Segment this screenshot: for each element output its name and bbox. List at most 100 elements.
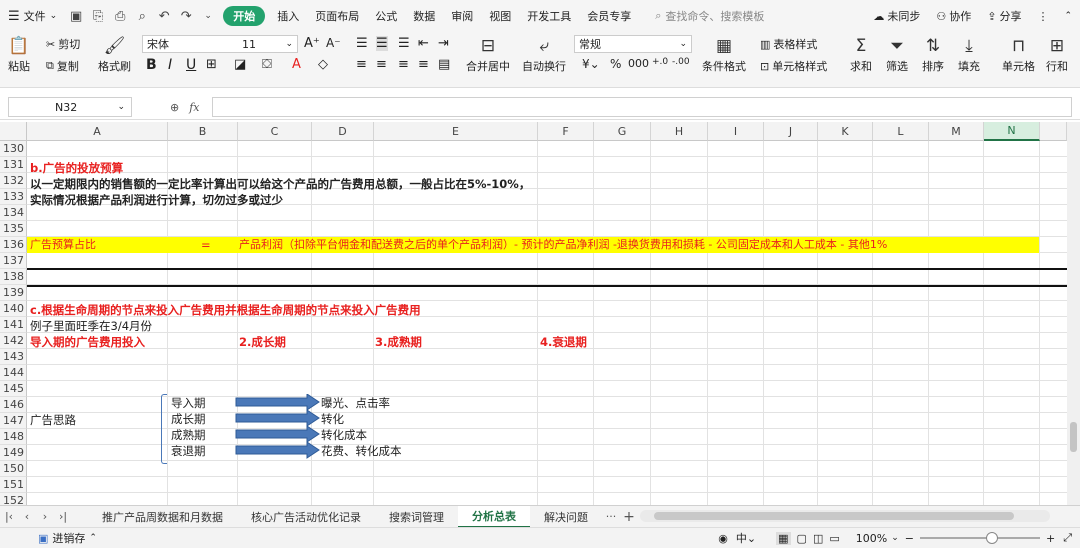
- column-header-c[interactable]: C: [238, 122, 312, 141]
- paste-button[interactable]: 📋 粘贴: [8, 34, 30, 74]
- tab-home[interactable]: 开始: [223, 6, 266, 26]
- column-header-l[interactable]: L: [873, 122, 929, 141]
- cell-a142[interactable]: 导入期的广告费用投入: [27, 334, 145, 350]
- merge-center-button[interactable]: ⊟ 合并居中: [466, 34, 510, 74]
- row-header-139[interactable]: 139: [0, 285, 27, 301]
- row-header-131[interactable]: 131: [0, 157, 27, 173]
- chevron-down-icon[interactable]: ⌄: [891, 533, 899, 543]
- row-header-133[interactable]: 133: [0, 189, 27, 205]
- print-preview-icon[interactable]: ⌕: [131, 0, 153, 32]
- quick-access-more-icon[interactable]: ⌄: [197, 0, 219, 32]
- column-header-i[interactable]: I: [708, 122, 764, 141]
- reading-view-icon[interactable]: ▭: [829, 532, 839, 545]
- next-sheet-icon[interactable]: ›: [36, 510, 54, 523]
- cell-a133[interactable]: 实际情况根据产品利润进行计算，切勿过多或过少: [27, 192, 283, 208]
- command-search[interactable]: ⌕ 查找命令、搜索模板: [655, 8, 845, 24]
- tab-member[interactable]: 会员专享: [579, 0, 639, 32]
- collab-button[interactable]: ⚇ 协作: [928, 0, 979, 32]
- file-menu[interactable]: ☰ 文件 ⌄: [0, 0, 65, 32]
- save-icon[interactable]: ▣: [65, 0, 87, 32]
- more-menu-icon[interactable]: ⋮: [1029, 0, 1056, 32]
- filter-button[interactable]: ⏷ 筛选: [886, 34, 908, 74]
- more-sheets-icon[interactable]: ···: [602, 510, 620, 523]
- cell-b136[interactable]: =: [198, 237, 211, 253]
- align-bottom-icon[interactable]: ☰: [398, 36, 410, 51]
- tab-page-layout[interactable]: 页面布局: [307, 0, 367, 32]
- fill-button[interactable]: ⤓ 填充: [958, 34, 980, 74]
- zoom-slider-knob[interactable]: [985, 532, 998, 544]
- wrap-text-button[interactable]: ⤶ 自动换行: [522, 34, 566, 74]
- cell-a147[interactable]: 广告思路: [27, 412, 76, 428]
- cell-a136[interactable]: 广告预算占比: [27, 237, 96, 253]
- tab-data[interactable]: 数据: [405, 0, 443, 32]
- vertical-scrollbar[interactable]: [1067, 122, 1080, 505]
- zoom-formula-icon[interactable]: ⊕: [170, 101, 179, 114]
- redo-icon[interactable]: ↷: [175, 0, 197, 32]
- cell-a141[interactable]: 例子里面旺季在3/4月份: [27, 318, 152, 334]
- zoom-level[interactable]: 100%: [856, 532, 887, 545]
- cell-c136[interactable]: 产品利润（扣除平台佣金和配送费之后的单个产品利润）- 预计的产品净利润 -退换货…: [236, 237, 887, 253]
- horizontal-scrollbar[interactable]: [640, 510, 1050, 522]
- row-header-142[interactable]: 142: [0, 333, 27, 349]
- undo-icon[interactable]: ↶: [153, 0, 175, 32]
- row-header-147[interactable]: 147: [0, 413, 27, 429]
- collapse-ribbon-icon[interactable]: ⌃: [1056, 0, 1080, 32]
- decrease-decimal-icon[interactable]: -.00: [672, 57, 690, 67]
- align-center-icon[interactable]: ≡: [376, 57, 387, 72]
- fill-color-icon[interactable]: ◪: [234, 57, 246, 72]
- cell-f142[interactable]: 4.衰退期: [537, 334, 587, 350]
- column-header-h[interactable]: H: [651, 122, 708, 141]
- tab-developer[interactable]: 开发工具: [519, 0, 579, 32]
- font-grow-icon[interactable]: A⁺: [304, 36, 320, 51]
- prev-sheet-icon[interactable]: ‹: [18, 510, 36, 523]
- format-painter-button[interactable]: 🖌 格式刷: [98, 34, 131, 74]
- chevron-up-icon[interactable]: ⌃: [89, 533, 97, 543]
- row-header-137[interactable]: 137: [0, 253, 27, 269]
- sheet-tab-campaign[interactable]: 核心广告活动优化记录: [237, 506, 375, 528]
- column-header-j[interactable]: J: [764, 122, 818, 141]
- border-icon[interactable]: ⊞: [206, 57, 217, 72]
- column-header-f[interactable]: F: [538, 122, 594, 141]
- row-header-152[interactable]: 152: [0, 493, 27, 505]
- column-header-m[interactable]: M: [929, 122, 984, 141]
- fx-icon[interactable]: fx: [189, 101, 199, 114]
- cell-c142[interactable]: 2.成长期: [236, 334, 286, 350]
- column-header-a[interactable]: A: [27, 122, 168, 141]
- row-header-151[interactable]: 151: [0, 477, 27, 493]
- last-sheet-icon[interactable]: ›|: [54, 510, 72, 523]
- row-header-145[interactable]: 145: [0, 381, 27, 397]
- italic-icon[interactable]: I: [168, 57, 172, 73]
- row-header-149[interactable]: 149: [0, 445, 27, 461]
- sheet-tab-keywords[interactable]: 搜索词管理: [375, 506, 458, 528]
- row-header-150[interactable]: 150: [0, 461, 27, 477]
- cell-a132[interactable]: 以一定期限内的销售额的一定比率计算出可以给这个产品的广告费用总额，一般占比在5%…: [27, 176, 530, 192]
- page-layout-view-icon[interactable]: ▢: [797, 532, 807, 545]
- page-break-view-icon[interactable]: ◫: [813, 532, 823, 545]
- align-right-icon[interactable]: ≡: [398, 57, 409, 72]
- sum-button[interactable]: Σ 求和: [850, 34, 872, 74]
- column-header-n[interactable]: N: [984, 122, 1040, 141]
- row-header-143[interactable]: 143: [0, 349, 27, 365]
- cell-style-button[interactable]: ⊡ 单元格样式: [760, 58, 827, 74]
- zoom-slider[interactable]: [919, 532, 1040, 544]
- tab-formulas[interactable]: 公式: [367, 0, 405, 32]
- row-header-135[interactable]: 135: [0, 221, 27, 237]
- table-style-button[interactable]: ▥ 表格样式: [760, 36, 817, 52]
- cell-a140[interactable]: c.根据生命周期的节点来投入广告费用并根据生命周期的节点来投入广告费用: [27, 302, 421, 318]
- row-header-130[interactable]: 130: [0, 141, 27, 157]
- row-header-148[interactable]: 148: [0, 429, 27, 445]
- select-all-corner[interactable]: [0, 122, 27, 141]
- font-color-icon[interactable]: A: [292, 57, 301, 72]
- sort-button[interactable]: ⇅ 排序: [922, 34, 944, 74]
- increase-decimal-icon[interactable]: +.0: [652, 57, 668, 67]
- cell-button[interactable]: ⊓ 单元格: [1002, 34, 1035, 74]
- copy-button[interactable]: ⧉ 复制: [46, 58, 79, 74]
- row-header-144[interactable]: 144: [0, 365, 27, 381]
- spreadsheet-grid[interactable]: ABCDEFGHIJKLMN 130 131 132 133 134 135 136 137 1…: [0, 122, 1080, 505]
- eye-icon[interactable]: ◉: [718, 532, 728, 545]
- vertical-scroll-thumb[interactable]: [1070, 422, 1077, 452]
- currency-icon[interactable]: ¥⌄: [582, 57, 600, 71]
- normal-view-icon[interactable]: ▦: [776, 531, 791, 545]
- percent-icon[interactable]: %: [610, 57, 621, 71]
- first-sheet-icon[interactable]: |‹: [0, 510, 18, 523]
